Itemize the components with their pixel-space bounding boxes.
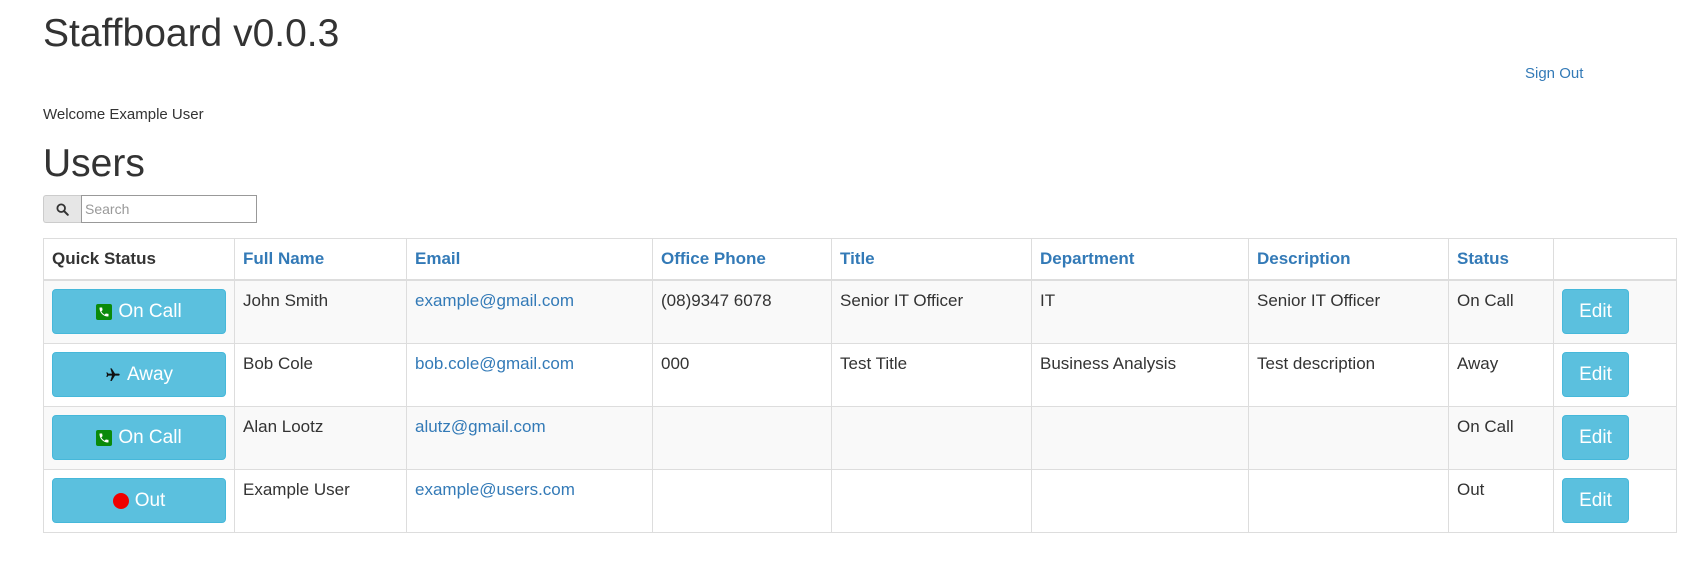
quick-status-label: On Call [118,426,182,448]
department-cell: Business Analysis [1031,342,1249,407]
edit-button[interactable]: Edit [1562,289,1629,335]
edit-cell: Edit [1553,405,1677,470]
quick-status-cell: On Call [43,279,235,344]
edit-button[interactable]: Edit [1562,352,1629,397]
email-cell: example@users.com [406,468,653,533]
description-cell [1248,468,1449,533]
quick-status-cell: Away [43,342,235,407]
quick-status-out-button[interactable]: Out [52,478,226,523]
search-input[interactable] [81,195,257,223]
table-row: Out Example User example@users.com Out E… [43,468,1677,533]
title-cell: Senior IT Officer [831,279,1032,344]
quick-status-label: Away [126,363,174,385]
edit-cell: Edit [1553,342,1677,407]
quick-status-label: On Call [118,300,182,322]
column-header-quick-status: Quick Status [43,238,235,281]
status-cell: On Call [1448,405,1554,470]
table-row: On Call Alan Lootz alutz@gmail.com On Ca… [43,405,1677,470]
email-cell: bob.cole@gmail.com [406,342,653,407]
page: Staffboard v0.0.3 Sign Out Welcome Examp… [0,0,1696,570]
quick-status-on-call-button[interactable]: On Call [52,415,226,460]
table-row: Away Bob Cole bob.cole@gmail.com 000 Tes… [43,342,1677,407]
welcome-text: Welcome Example User [43,106,204,123]
office-phone-cell [652,405,832,470]
column-header-office-phone[interactable]: Office Phone [652,238,832,281]
status-cell: Out [1448,468,1554,533]
full-name-cell: Bob Cole [234,342,407,407]
status-cell: On Call [1448,279,1554,344]
column-header-department[interactable]: Department [1031,238,1249,281]
column-header-title[interactable]: Title [831,238,1032,281]
office-phone-cell [652,468,832,533]
column-header-full-name[interactable]: Full Name [234,238,407,281]
airplane-icon [106,367,120,381]
users-table: Quick Status Full Name Email Office Phon… [43,238,1677,533]
phone-icon [96,303,113,320]
edit-cell: Edit [1553,279,1677,344]
department-cell [1031,405,1249,470]
section-title: Users [43,142,145,185]
description-cell: Test description [1248,342,1449,407]
quick-status-cell: Out [43,468,235,533]
column-header-description[interactable]: Description [1248,238,1449,281]
office-phone-cell: (08)9347 6078 [652,279,832,344]
edit-button[interactable]: Edit [1562,415,1629,460]
email-cell: alutz@gmail.com [406,405,653,470]
search-icon [56,202,69,216]
column-header-email[interactable]: Email [406,238,653,281]
table-header-row: Quick Status Full Name Email Office Phon… [43,238,1677,281]
description-cell [1248,405,1449,470]
title-cell [831,468,1032,533]
office-phone-cell: 000 [652,342,832,407]
quick-status-cell: On Call [43,405,235,470]
email-link[interactable]: example@users.com [415,480,575,499]
table-row: On Call John Smith example@gmail.com (08… [43,279,1677,344]
full-name-cell: Alan Lootz [234,405,407,470]
edit-button[interactable]: Edit [1562,478,1629,523]
department-cell: IT [1031,279,1249,344]
edit-cell: Edit [1553,468,1677,533]
column-header-actions [1553,238,1677,281]
title-cell: Test Title [831,342,1032,407]
quick-status-label: Out [134,489,166,511]
phone-icon [96,429,113,446]
search-group [43,195,257,223]
app-title: Staffboard v0.0.3 [43,12,340,55]
full-name-cell: Example User [234,468,407,533]
department-cell [1031,468,1249,533]
column-header-status[interactable]: Status [1448,238,1554,281]
description-cell: Senior IT Officer [1248,279,1449,344]
quick-status-on-call-button[interactable]: On Call [52,289,226,335]
email-cell: example@gmail.com [406,279,653,344]
sign-out-link[interactable]: Sign Out [1525,65,1583,82]
email-link[interactable]: example@gmail.com [415,291,574,310]
search-button[interactable] [43,195,81,223]
email-link[interactable]: bob.cole@gmail.com [415,354,574,373]
title-cell [831,405,1032,470]
red-dot-icon [112,492,129,509]
full-name-cell: John Smith [234,279,407,344]
quick-status-away-button[interactable]: Away [52,352,226,397]
status-cell: Away [1448,342,1554,407]
email-link[interactable]: alutz@gmail.com [415,417,546,436]
